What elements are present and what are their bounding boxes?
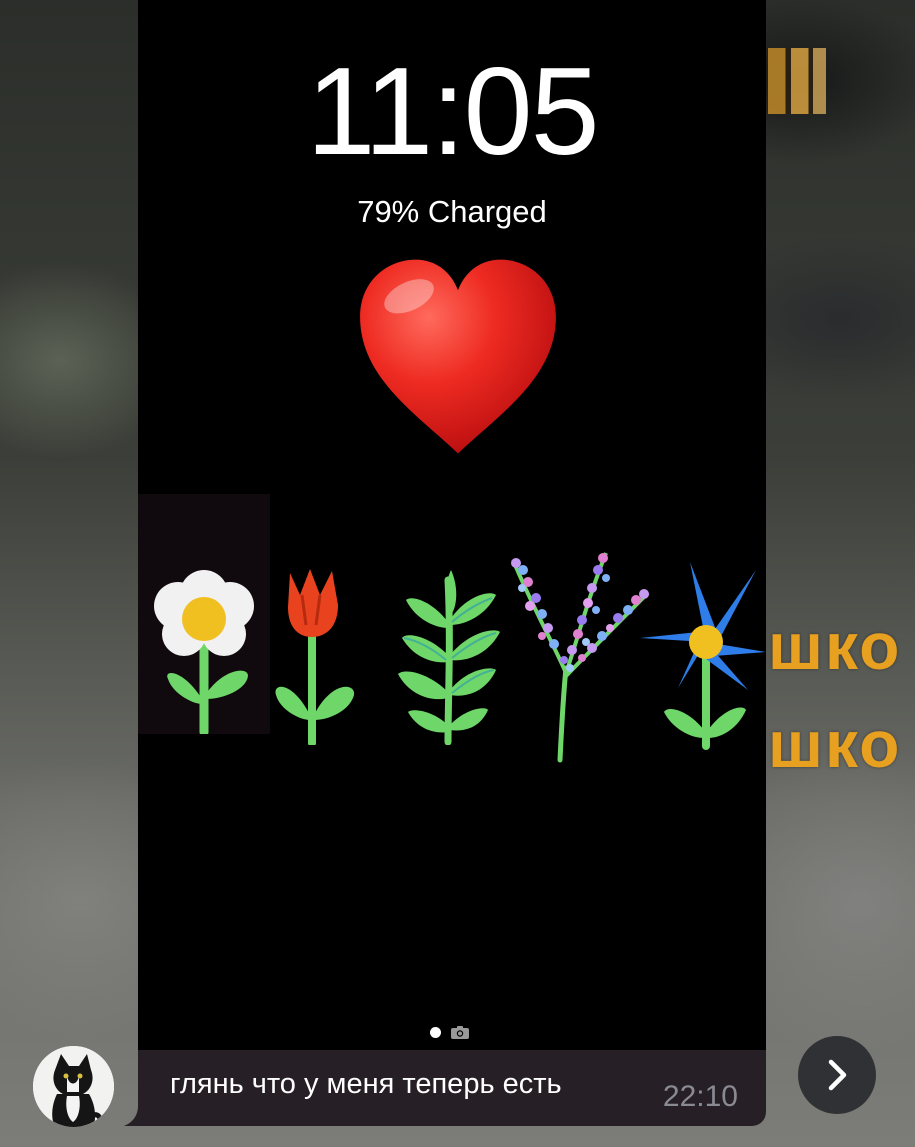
tulip-sticker [275,569,355,745]
daisy-sticker [138,494,270,734]
blue-flower-sticker [640,562,766,750]
background-sign-line-2: шко [768,707,902,781]
heart-emoji [360,259,556,454]
background-sign-line-1: шко [768,609,902,683]
page-indicator [430,1026,469,1039]
camera-icon [451,1026,469,1039]
background-window-light [768,48,826,114]
sender-avatar[interactable] [33,1046,114,1127]
next-story-button[interactable] [798,1036,876,1114]
message-time: 22:10 [662,1080,738,1113]
lockscreen-clock: 11:05 [306,43,599,181]
story-image[interactable]: 11:05 79% Charged [138,0,766,1050]
page-dot-active [430,1027,441,1038]
message-caption[interactable]: глянь что у меня теперь есть 22:10 [138,1050,766,1126]
chevron-right-icon [828,1059,847,1091]
lavender-sticker [511,552,650,763]
cat-avatar-image [33,1046,114,1127]
battery-status: 79% Charged [357,194,547,229]
caption-text: глянь что у меня теперь есть [170,1068,562,1100]
fern-sticker [398,570,500,745]
